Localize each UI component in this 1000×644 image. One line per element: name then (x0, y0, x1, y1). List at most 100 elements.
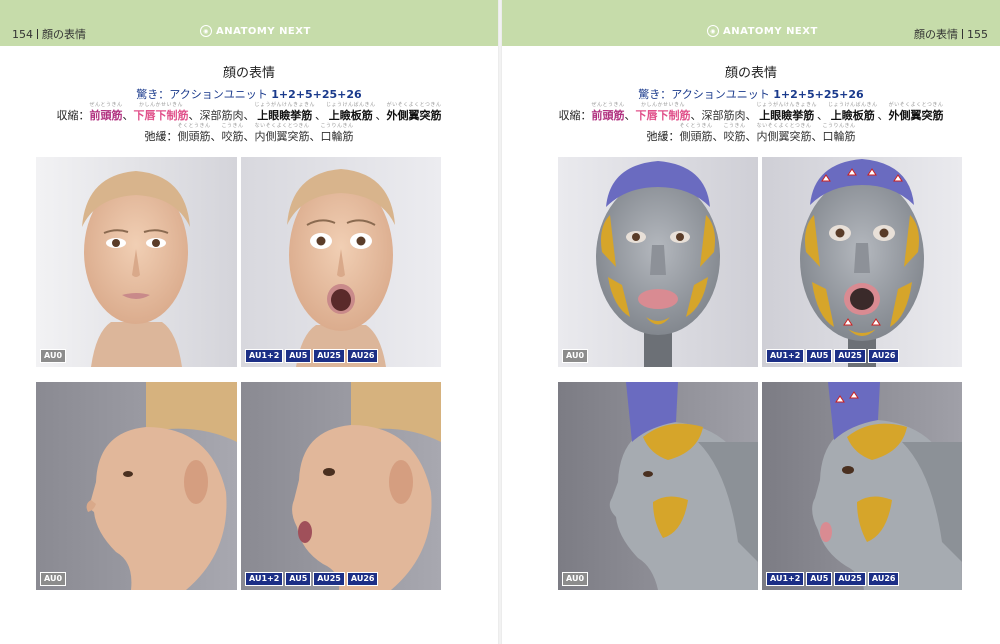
contraction-label: 収縮： (56, 109, 90, 122)
muscle-item: がいそくよくとつきん 外側翼突筋 (387, 102, 442, 123)
contraction-line: 収縮： ぜんとうきん 前頭筋、 かしんかせいきん 下唇下制筋、 深部筋肉、 じょうが… (0, 102, 498, 123)
ruby-text: じょうがんけんきょきん (254, 102, 315, 108)
ruby-text: ぜんとうきん (89, 102, 123, 108)
page-number: 154 (12, 28, 33, 41)
left-page: 154 顔の表情 ◉ ANATOMY NEXT 顔の表情 驚き：アクションユニット … (0, 0, 498, 644)
separator: 、 (375, 109, 387, 122)
au-badge: AU0 (562, 572, 589, 586)
au-badges: AU1+2 AU5 AU25 AU26 (766, 349, 900, 363)
au-formula: 1+2+5+25+26 (271, 88, 362, 101)
anatomy-side-neutral: AU0 (558, 382, 758, 590)
muscle-item: 深部筋肉 (701, 102, 745, 123)
muscle-item: こうきん 咬筋 (723, 123, 745, 144)
separator: 、 (243, 130, 255, 143)
ruby-text: かしんかせいきん (640, 102, 685, 108)
ruby-text: そくとうきん (177, 123, 211, 129)
relaxation-line: 弛緩： そくとうきん 側頭筋、 こうきん 咬筋、 ないそくよくとつきん 内側翼突筋、 … (0, 123, 498, 144)
muscle-item: かしんかせいきん 下唇下制筋 (133, 102, 188, 123)
relaxation-label: 弛緩： (646, 130, 680, 143)
ruby-text: ないそくよくとつきん (756, 123, 812, 129)
separator: 、 (210, 130, 222, 143)
ruby-text: がいそくよくとつきん (888, 102, 944, 108)
anatomy-logo-icon: ◉ (200, 25, 212, 37)
page-title: 顔の表情 (724, 66, 777, 81)
au-badge: AU1+2 (766, 349, 805, 363)
muscle-name: 上眼瞼挙筋 (759, 109, 815, 122)
separator: 、 (745, 109, 757, 122)
separator: 、 (309, 130, 321, 143)
ruby-text: そくとうきん (679, 123, 713, 129)
muscle-item: がいそくよくとつきん 外側翼突筋 (889, 102, 944, 123)
ruby-text: ぜんとうきん (591, 102, 625, 108)
muscle-name: 側頭筋 (177, 130, 211, 143)
muscle-item: こうりんきん 口輪筋 (823, 123, 856, 144)
relaxation-label: 弛緩： (144, 130, 178, 143)
surprise-label: 驚き： (638, 88, 672, 101)
au-badges: AU0 (562, 349, 589, 363)
au-badge: AU5 (285, 349, 312, 363)
muscle-name: 内側翼突筋 (756, 130, 812, 143)
muscle-name: 側頭筋 (679, 130, 713, 143)
muscle-name: 下唇下制筋 (635, 109, 691, 122)
separator: 、 (712, 130, 724, 143)
au-badge: AU25 (834, 349, 866, 363)
action-unit-line: 驚き：アクションユニット 1+2+5+25+26 (502, 87, 1000, 102)
folio-divider (37, 29, 38, 39)
muscle-item: こうきん 咬筋 (221, 123, 243, 144)
muscle-item: そくとうきん 側頭筋 (679, 123, 712, 144)
muscle-item: ないそくよくとつきん 内側翼突筋 (255, 123, 310, 144)
au-badge: AU26 (867, 349, 900, 363)
muscle-item: こうりんきん 口輪筋 (321, 123, 354, 144)
au-badge: AU5 (806, 349, 833, 363)
muscle-item: じょうがんけんきょきん 上眼瞼挙筋 (254, 102, 315, 123)
muscle-name: 下唇下制筋 (133, 109, 189, 122)
au-badge: AU26 (346, 572, 379, 586)
ruby-text: こうりんきん (822, 123, 856, 129)
au-badges: AU1+2 AU5 AU25 AU26 (245, 572, 379, 586)
surprise-label: 驚き： (136, 88, 170, 101)
au-badge: AU5 (285, 572, 312, 586)
separator: 、 (690, 109, 702, 122)
muscle-name: 前頭筋 (89, 109, 123, 122)
ruby-text: じょうがんけんきょきん (756, 102, 817, 108)
section-title: 顔の表情 (42, 28, 86, 41)
action-unit-line: 驚き：アクションユニット 1+2+5+25+26 (0, 87, 498, 102)
separator: 、 (817, 109, 828, 122)
muscle-name: 深部筋肉 (701, 109, 746, 122)
separator: 、 (188, 109, 200, 122)
au-formula: 1+2+5+25+26 (773, 88, 864, 101)
au-badges: AU0 (562, 572, 589, 586)
brand-logo: ◉ ANATOMY NEXT (200, 25, 311, 37)
ruby-text: かしんかせいきん (138, 102, 183, 108)
muscle-item: そくとうきん 側頭筋 (177, 123, 210, 144)
brand-name: ANATOMY NEXT (216, 25, 311, 37)
muscle-name: 外側翼突筋 (888, 109, 944, 122)
page-folio: 154 顔の表情 (12, 26, 86, 42)
ruby-text: じょうけんばんきん (326, 102, 376, 108)
muscle-item: ぜんとうきん 前頭筋 (89, 102, 122, 123)
action-unit-label: アクションユニット (169, 88, 268, 101)
ruby-text: こうりんきん (320, 123, 354, 129)
muscle-name: 内側翼突筋 (254, 130, 310, 143)
separator: 、 (122, 109, 134, 122)
au-badge: AU5 (806, 572, 833, 586)
au-badge: AU1+2 (245, 572, 284, 586)
photo-front-surprise: AU1+2 AU5 AU25 AU26 (241, 157, 441, 367)
muscle-name: 上瞼板筋 (830, 109, 875, 122)
page-folio: 顔の表情 155 (914, 26, 988, 42)
page-number: 155 (967, 28, 988, 41)
separator: 、 (877, 109, 889, 122)
ruby-text (199, 102, 243, 108)
muscle-name: 上眼瞼挙筋 (257, 109, 313, 122)
muscle-item: じょうけんばんきん 上瞼板筋 (828, 102, 878, 123)
anatomy-logo-icon: ◉ (707, 25, 719, 37)
brand-name: ANATOMY NEXT (723, 25, 818, 37)
section-title: 顔の表情 (914, 28, 958, 41)
ruby-text: がいそくよくとつきん (386, 102, 442, 108)
muscle-name: 咬筋 (221, 130, 244, 143)
photo-side-neutral: AU0 (36, 382, 237, 590)
ruby-text (701, 102, 745, 108)
right-page: ◉ ANATOMY NEXT 顔の表情 155 顔の表情 驚き：アクションユニット … (502, 0, 1000, 644)
muscle-item: 深部筋肉 (199, 102, 243, 123)
muscle-item: ないそくよくとつきん 内側翼突筋 (757, 123, 812, 144)
